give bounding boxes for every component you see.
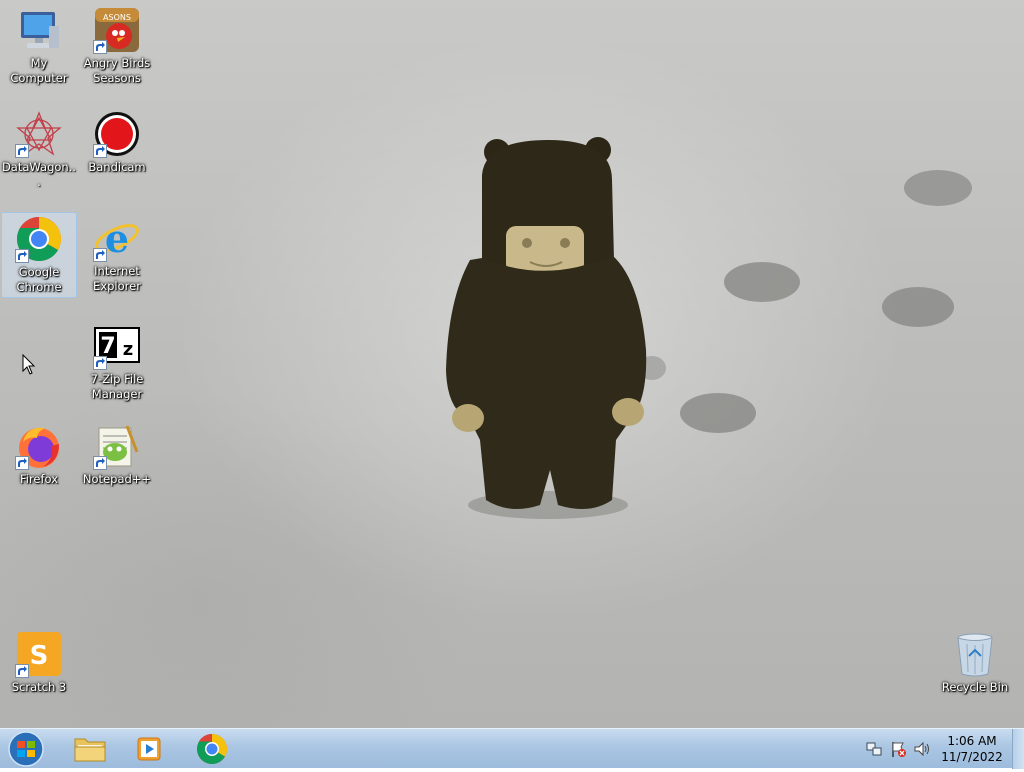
shortcut-arrow-icon [93,356,107,370]
7zip-icon: 7 z [93,322,141,370]
recycle-bin-icon [951,630,999,678]
ie-icon: e [93,214,141,262]
action-center-flag-icon[interactable] [889,740,907,758]
desktop-icon-label: Bandicam [88,160,146,174]
desktop-icon-label: Firefox [19,472,59,486]
desktop-icon-7zip[interactable]: 7 z 7-Zip File Manager [79,320,155,406]
chrome-icon [196,734,228,765]
chrome-icon [15,215,63,263]
svg-text:S: S [30,641,49,671]
start-button[interactable] [4,730,48,768]
desktop-icon-label: Google Chrome [16,265,62,294]
desktop-icon-label: DataWagon... [1,160,77,189]
shortcut-arrow-icon [93,456,107,470]
windows-start-icon [8,731,44,767]
desktop[interactable]: My Computer ASONS Angry Birds Seasons Da… [0,0,1024,728]
taskbar: 1:06 AM 11/7/2022 [0,728,1024,769]
show-desktop-button[interactable] [1012,729,1024,769]
desktop-icon-datawagon[interactable]: DataWagon... [1,108,77,194]
shortcut-arrow-icon [93,248,107,262]
desktop-icon-my-computer[interactable]: My Computer [1,4,77,90]
taskbar-pinned-file-explorer[interactable] [62,731,118,767]
desktop-icon-firefox[interactable]: Firefox [1,420,77,506]
taskbar-pinned-chrome[interactable] [184,731,240,767]
notepadpp-icon [93,422,141,470]
desktop-icon-label: Recycle Bin [941,680,1009,694]
bandicam-icon [93,110,141,158]
shortcut-arrow-icon [15,144,29,158]
scratch-icon: S [15,630,63,678]
shortcut-arrow-icon [93,40,107,54]
desktop-icon-label: Angry Birds Seasons [83,56,151,85]
desktop-icon-scratch3[interactable]: S Scratch 3 [1,628,77,714]
media-player-icon [137,737,161,761]
volume-icon[interactable] [913,740,931,758]
desktop-icon-notepadpp[interactable]: Notepad++ [79,420,155,506]
desktop-icon-google-chrome[interactable]: Google Chrome [1,212,77,298]
taskbar-pinned-media-player[interactable] [122,731,178,767]
mouse-cursor-icon [22,354,36,375]
desktop-icon-label: Notepad++ [82,472,152,486]
network-icon[interactable] [865,740,883,758]
desktop-icon-angry-birds[interactable]: ASONS Angry Birds Seasons [79,4,155,90]
clock-time: 1:06 AM [947,734,997,748]
desktop-icon-label: My Computer [10,56,68,85]
firefox-icon [15,422,63,470]
svg-text:ASONS: ASONS [103,13,131,22]
desktop-icon-label: Internet Explorer [93,264,141,293]
shortcut-arrow-icon [15,664,29,678]
angry-birds-icon: ASONS [93,6,141,54]
shortcut-arrow-icon [15,249,29,263]
system-clock[interactable]: 1:06 AM 11/7/2022 [936,733,1008,765]
desktop-icon-bandicam[interactable]: Bandicam [79,108,155,194]
shortcut-arrow-icon [93,144,107,158]
desktop-icon-recycle-bin[interactable]: Recycle Bin [937,628,1013,714]
desktop-icon-label: 7-Zip File Manager [90,372,144,401]
desktop-icon-label: Scratch 3 [11,680,67,694]
shortcut-arrow-icon [15,456,29,470]
computer-icon [15,6,63,54]
clock-date: 11/7/2022 [941,750,1003,764]
desktop-icon-internet-explorer[interactable]: e Internet Explorer [79,212,155,298]
datawagon-icon [15,110,63,158]
svg-text:e: e [105,216,129,261]
svg-text:z: z [123,339,133,360]
folder-icon [74,738,106,762]
